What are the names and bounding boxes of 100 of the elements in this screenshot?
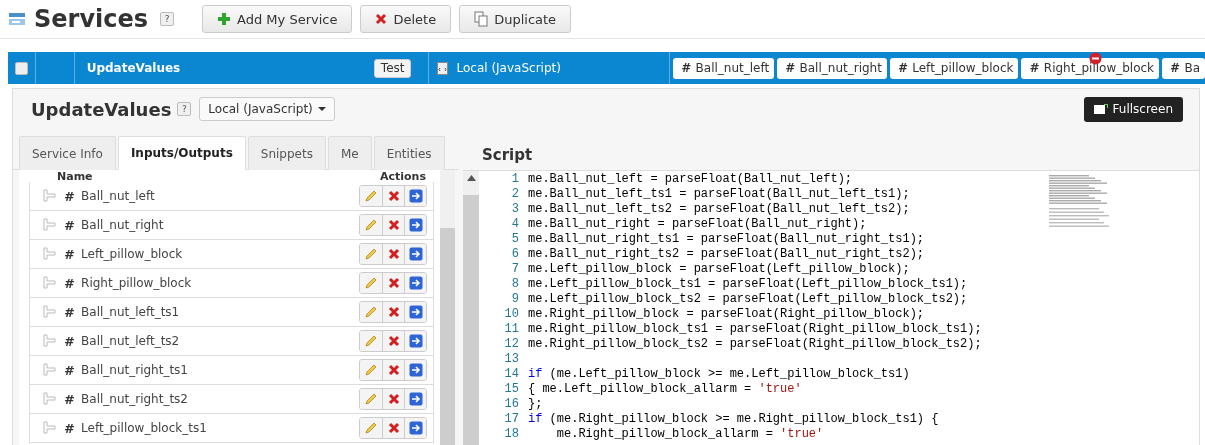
drag-handle-icon[interactable] — [40, 363, 56, 377]
delete-button[interactable] — [382, 244, 404, 264]
arrow-right-icon — [408, 363, 423, 377]
scrollbar[interactable] — [463, 171, 479, 445]
tab[interactable]: Service Info — [19, 136, 116, 170]
drag-handle-icon[interactable] — [40, 189, 56, 203]
line-number: 6 — [510, 247, 520, 262]
fullscreen-button[interactable]: Fullscreen — [1083, 96, 1183, 122]
input-row[interactable]: # Left_pillow_block — [29, 240, 434, 269]
line-number: 13 — [503, 352, 520, 367]
drag-handle-icon[interactable] — [40, 218, 56, 232]
map-button[interactable] — [404, 418, 426, 438]
input-row[interactable]: # Left_pillow_block_ts1 — [29, 414, 434, 443]
row-checkbox[interactable] — [15, 61, 28, 75]
parameter-chip[interactable]: # Right_pillow_block — [1021, 57, 1160, 79]
code-line: me.Left_pillow_block = parseFloat(Left_pillow_block); — [528, 262, 910, 277]
pencil-icon — [364, 189, 378, 203]
test-button[interactable]: Test — [373, 58, 412, 78]
input-name: Ball_nut_left_ts1 — [81, 305, 181, 319]
line-number: 1 — [510, 172, 520, 187]
line-number: 18 — [503, 427, 520, 442]
line-number: 4 — [510, 217, 520, 232]
parameter-chip[interactable]: # Left_pillow_block — [889, 57, 1019, 79]
drag-handle-icon[interactable] — [40, 247, 56, 261]
arrow-right-icon — [408, 421, 423, 435]
service-row[interactable]: UpdateValues Test Local (JavaScript) # Ball_nut_left # Ball_nut_right # Left_pillow_block # Right_pillow_block # Ba — [8, 52, 1205, 84]
handler-dropdown[interactable]: Local (JavaScript) — [199, 97, 335, 121]
tab[interactable]: Entities — [373, 136, 445, 170]
code-line: me.Left_pillow_block_ts2 = parseFloat(Left_pillow_block_ts2); — [528, 292, 968, 307]
code-line: me.Ball_nut_left = parseFloat(Ball_nut_left); — [528, 172, 853, 187]
delete-button[interactable] — [382, 360, 404, 380]
service-title: UpdateValues — [31, 98, 172, 120]
scroll-up-icon[interactable] — [466, 175, 476, 181]
arrow-right-icon — [408, 218, 423, 232]
input-row[interactable]: # Ball_nut_left_ts1 — [29, 298, 434, 327]
parameter-chip[interactable]: # Ball_nut_left — [673, 57, 775, 79]
input-name: Left_pillow_block — [81, 247, 184, 261]
delete-button[interactable] — [382, 389, 404, 409]
number-type-icon: # — [64, 246, 74, 262]
drag-handle-icon[interactable] — [40, 276, 56, 290]
handler-label: Local (JavaScript) — [456, 61, 561, 75]
code-line: { me.Left_pillow_block_allarm = 'true' — [528, 382, 802, 397]
toolbar-button[interactable]: Duplicate — [459, 5, 572, 33]
pencil-icon — [364, 305, 378, 319]
pencil-icon — [364, 276, 378, 290]
input-name: Ball_nut_left_ts2 — [81, 334, 181, 348]
delete-icon — [387, 306, 400, 318]
input-row[interactable]: # Ball_nut_right_ts1 — [29, 356, 434, 385]
parameter-chip[interactable]: # Ball_nut_right — [777, 57, 887, 79]
code-editor[interactable] — [463, 170, 1199, 445]
line-number: 10 — [503, 307, 520, 322]
delete-button[interactable] — [382, 215, 404, 235]
input-row[interactable]: # Ball_nut_right — [29, 211, 434, 240]
tab[interactable]: Inputs/Outputs — [117, 136, 246, 170]
code-line: me.Left_pillow_block_ts1 = parseFloat(Left_pillow_block_ts1); — [528, 277, 968, 292]
service-name: UpdateValues — [86, 61, 181, 75]
pencil-icon — [364, 218, 378, 232]
input-row[interactable]: # Ball_nut_right_ts2 — [29, 385, 434, 414]
arrow-right-icon — [408, 276, 423, 290]
input-row[interactable]: # Ball_nut_left — [29, 182, 434, 211]
delete-button[interactable] — [382, 331, 404, 351]
tab[interactable]: Snippets — [247, 136, 326, 170]
delete-button[interactable] — [382, 302, 404, 322]
drag-handle-icon[interactable] — [40, 392, 56, 406]
help-icon[interactable]: ? — [177, 102, 192, 116]
number-type-icon: # — [64, 420, 74, 436]
map-button[interactable] — [404, 302, 426, 322]
scrollbar[interactable] — [440, 170, 455, 445]
toolbar-button[interactable]: Add My Service — [202, 5, 353, 33]
delete-button[interactable] — [382, 418, 404, 438]
number-type-icon: # — [64, 188, 74, 204]
input-row[interactable]: # Ball_nut_left_ts2 — [29, 327, 434, 356]
map-button[interactable] — [404, 273, 426, 293]
map-button[interactable] — [404, 244, 426, 264]
map-button[interactable] — [404, 331, 426, 351]
help-icon[interactable]: ? — [160, 12, 175, 26]
map-button[interactable] — [404, 215, 426, 235]
drag-handle-icon[interactable] — [40, 305, 56, 319]
map-button[interactable] — [404, 186, 426, 206]
delete-button[interactable] — [382, 186, 404, 206]
drag-handle-icon[interactable] — [40, 334, 56, 348]
input-name: Ball_nut_left — [81, 189, 156, 203]
input-row[interactable]: # Right_pillow_block — [29, 269, 434, 298]
map-button[interactable] — [404, 360, 426, 380]
delete-icon — [387, 248, 400, 260]
tab[interactable]: Me — [327, 136, 372, 170]
delete-icon — [387, 335, 400, 347]
arrow-right-icon — [408, 334, 423, 348]
number-type-icon: # — [64, 333, 74, 349]
delete-button[interactable] — [382, 273, 404, 293]
delete-icon — [375, 13, 388, 25]
parameter-chip[interactable]: # Ba — [1162, 57, 1205, 79]
copy-icon — [474, 11, 489, 27]
code-line: me.Ball_nut_right = parseFloat(Ball_nut_right); — [528, 217, 867, 232]
line-number: 3 — [510, 202, 520, 217]
drag-handle-icon[interactable] — [40, 421, 56, 435]
number-type-icon: # — [64, 304, 74, 320]
map-button[interactable] — [404, 389, 426, 409]
toolbar-button[interactable]: Delete — [360, 5, 452, 33]
page-title: Services — [34, 5, 149, 33]
